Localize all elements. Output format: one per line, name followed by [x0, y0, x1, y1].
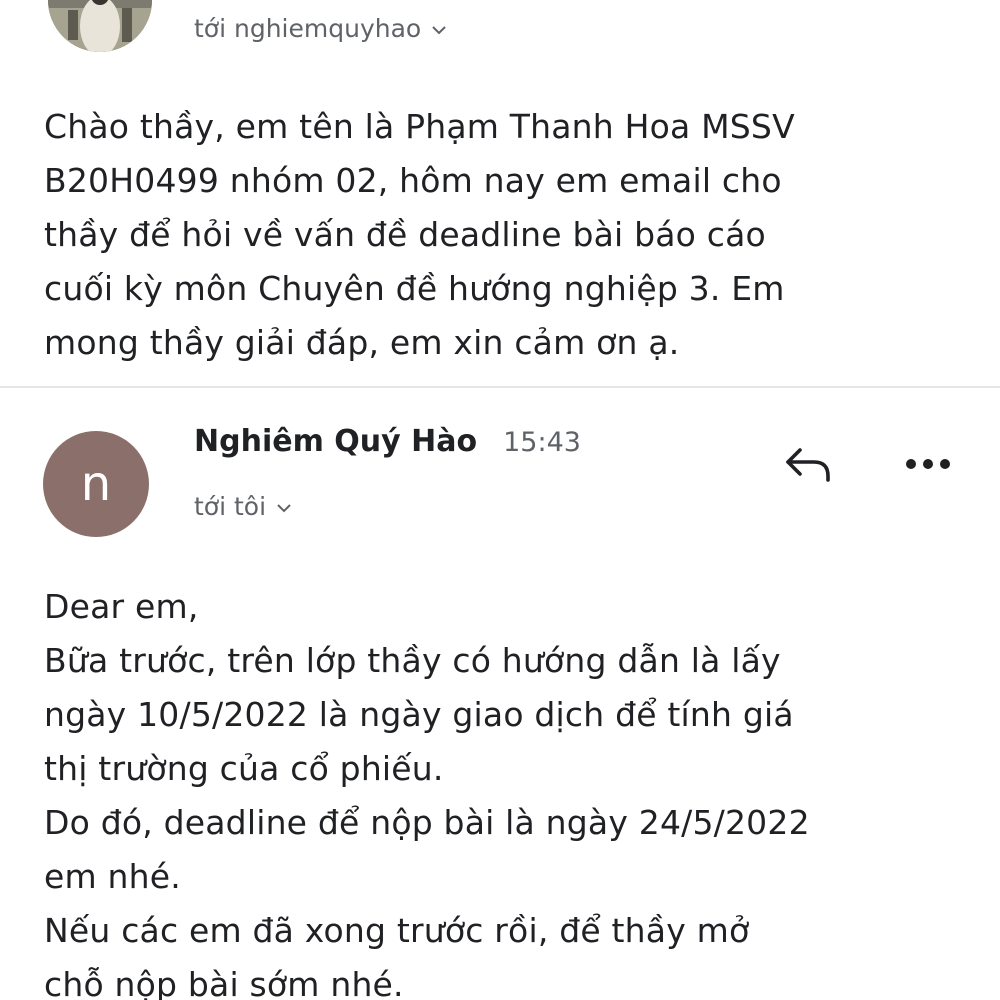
message-body: Chào thầy, em tên là Phạm Thanh Hoa MSSV…	[44, 107, 795, 362]
message-divider	[0, 386, 1000, 388]
email-thread-view: tới nghiemquyhao Chào thầy, em tên là Ph…	[0, 0, 1000, 1000]
recipient-label: tới tôi	[194, 492, 267, 521]
sender-avatar-photo[interactable]	[48, 0, 152, 52]
avatar-photo-image	[48, 0, 152, 52]
reply-icon	[786, 448, 830, 482]
recipient-toggle[interactable]: tới tôi	[194, 492, 292, 521]
more-options-button[interactable]	[896, 440, 960, 488]
recipient-label: tới nghiemquyhao	[194, 14, 422, 43]
message-time: 15:43	[503, 427, 581, 458]
chevron-down-icon	[276, 498, 292, 517]
recipient-toggle[interactable]: tới nghiemquyhao	[194, 14, 447, 43]
more-options-icon	[906, 459, 950, 469]
avatar-letter: n	[80, 456, 112, 512]
reply-button[interactable]	[778, 438, 838, 490]
chevron-down-icon	[431, 20, 447, 39]
sender-header: Nghiêm Quý Hào 15:43	[194, 424, 581, 459]
sender-name[interactable]: Nghiêm Quý Hào	[194, 424, 477, 459]
avatar[interactable]: n	[43, 431, 149, 537]
message-body: Dear em, Bữa trước, trên lớp thầy có hướ…	[44, 587, 810, 1000]
